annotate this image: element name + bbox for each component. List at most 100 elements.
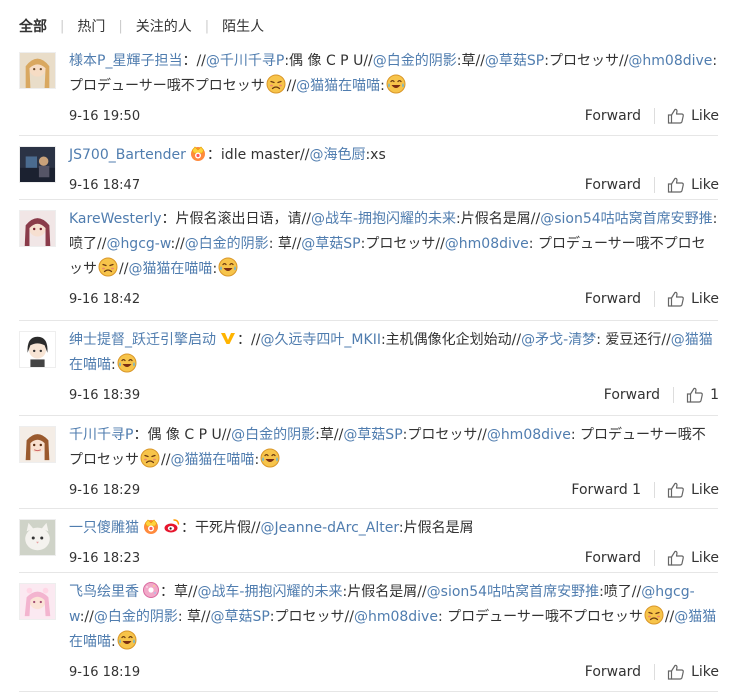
mention-link[interactable]: @hm08dive xyxy=(354,609,438,625)
verified-v-badge-icon xyxy=(221,333,235,344)
avatar[interactable] xyxy=(19,583,56,620)
avatar[interactable] xyxy=(19,331,56,368)
mention-link[interactable]: @猫猫在喵喵 xyxy=(170,452,254,468)
like-button[interactable]: Like xyxy=(667,290,719,308)
mention-link[interactable]: @hm08dive xyxy=(487,427,571,443)
like-button[interactable]: Like xyxy=(667,549,719,567)
comment-item: 一只傻雕猫 ：干死片假//@Jeanne-dArc_Alter:片假名是屑 9-16… xyxy=(19,509,719,573)
tab-2[interactable]: 关注的人 xyxy=(136,16,192,36)
vip-crown-badge-icon xyxy=(190,146,205,161)
mention-link[interactable]: @hgcg-w xyxy=(106,236,170,252)
tab-divider: | xyxy=(118,18,123,34)
forward-button[interactable]: Forward xyxy=(585,664,641,680)
forward-button[interactable]: Forward xyxy=(585,177,641,193)
forward-button[interactable]: Forward 1 xyxy=(571,482,641,498)
mention-link[interactable]: @战车-拥抱闪耀的未来 xyxy=(197,584,342,600)
comment-actions: Forward Like xyxy=(585,107,719,125)
mention-link[interactable]: @草菇SP xyxy=(343,427,402,443)
like-button[interactable]: Like xyxy=(667,107,719,125)
action-divider xyxy=(654,550,656,566)
comment-item: 千川千寻P：偶 像 C P U//@白金的阴影:草//@草菇SP:プロセッサ//… xyxy=(19,416,719,509)
comment-username-link[interactable]: 様本P_星輝子担当 xyxy=(69,53,182,69)
forward-button[interactable]: Forward xyxy=(585,550,641,566)
comment-body-text: ：干死片假//@Jeanne-dArc_Alter:片假名是屑 xyxy=(181,520,474,536)
avatar[interactable] xyxy=(19,52,56,89)
forward-button[interactable]: Forward xyxy=(604,387,660,403)
comment-meta-row: 9-16 18:39 Forward 1 xyxy=(69,384,719,406)
thumbs-up-icon xyxy=(667,291,684,307)
comment-username-link[interactable]: JS700_Bartender xyxy=(69,147,186,163)
mention-link[interactable]: @矛戈-清梦 xyxy=(521,332,596,348)
comment-timestamp: 9-16 18:29 xyxy=(69,482,141,498)
comment-timestamp: 9-16 18:39 xyxy=(69,387,141,403)
like-label: Like xyxy=(691,108,719,124)
mention-link[interactable]: @白金的阴影 xyxy=(231,427,315,443)
user-avatar-image xyxy=(20,584,55,619)
thumbs-up-icon xyxy=(667,550,684,566)
mention-link[interactable]: @草菇SP xyxy=(485,53,544,69)
mention-link[interactable]: @Jeanne-dArc_Alter xyxy=(260,520,398,536)
comment-text: JS700_Bartender ：idle master//@海色厨:xs xyxy=(69,143,719,168)
comment-actions: Forward Like xyxy=(585,549,719,567)
action-divider xyxy=(654,664,656,680)
comment-body-text: ：偶 像 C P U//@白金的阴影:草//@草菇SP:プロセッサ//@hm08… xyxy=(69,427,706,468)
comment-text: 绅士提督_跃迁引擎启动 ：//@久远寺四叶_MKII:主机偶像化企划始动//@矛戈… xyxy=(69,328,719,378)
avatar[interactable] xyxy=(19,146,56,183)
avatar[interactable] xyxy=(19,519,56,556)
avatar[interactable] xyxy=(19,210,56,247)
comment-actions: Forward 1 Like xyxy=(571,481,719,499)
thumbs-up-icon xyxy=(686,387,703,403)
laugh-cry-emoji-icon xyxy=(218,257,238,277)
mention-link[interactable]: @猫猫在喵喵 xyxy=(128,261,212,277)
like-label: Like xyxy=(691,482,719,498)
comment-text: 千川千寻P：偶 像 C P U//@白金的阴影:草//@草菇SP:プロセッサ//… xyxy=(69,423,719,473)
comment-text: 様本P_星輝子担当：//@千川千寻P:偶 像 C P U//@白金的阴影:草//… xyxy=(69,49,719,99)
laugh-cry-emoji-icon xyxy=(117,353,137,373)
mention-link[interactable]: @sion54咕咕窝首席安野推 xyxy=(427,584,599,600)
forward-button[interactable]: Forward xyxy=(585,108,641,124)
comment-item: JS700_Bartender ：idle master//@海色厨:xs 9-16… xyxy=(19,136,719,200)
comment-item: 様本P_星輝子担当：//@千川千寻P:偶 像 C P U//@白金的阴影:草//… xyxy=(19,41,719,136)
like-button[interactable]: Like xyxy=(667,176,719,194)
like-label: Like xyxy=(691,550,719,566)
avatar[interactable] xyxy=(19,426,56,463)
mention-link[interactable]: @sion54咕咕窝首席安野推 xyxy=(540,211,712,227)
like-label: 1 xyxy=(710,387,719,403)
thumbs-up-icon xyxy=(667,177,684,193)
action-divider xyxy=(654,291,656,307)
mention-link[interactable]: @白金的阴影 xyxy=(185,236,269,252)
comment-username-link[interactable]: 绅士提督_跃迁引擎启动 xyxy=(69,332,216,348)
comment-username-link[interactable]: 一只傻雕猫 xyxy=(69,520,139,536)
mention-link[interactable]: @草菇SP xyxy=(210,609,269,625)
mention-link[interactable]: @hm08dive xyxy=(628,53,712,69)
mention-link[interactable]: @千川千寻P xyxy=(206,53,284,69)
comment-meta-row: 9-16 18:42 Forward Like xyxy=(69,288,719,310)
mention-link[interactable]: @hm08dive xyxy=(445,236,529,252)
like-button[interactable]: 1 xyxy=(686,386,719,404)
mention-link[interactable]: @猫猫在喵喵 xyxy=(296,78,380,94)
thumbs-up-icon xyxy=(667,482,684,498)
tab-divider: | xyxy=(204,18,210,34)
mention-link[interactable]: @战车-拥抱闪耀的未来 xyxy=(311,211,456,227)
tab-1[interactable]: 热门 xyxy=(77,16,105,36)
like-button[interactable]: Like xyxy=(667,663,719,681)
tab-3[interactable]: 陌生人 xyxy=(222,16,264,36)
comment-item: 飞鸟绘里香 ：草//@战车-拥抱闪耀的未来:片假名是屑//@sion54咕咕窝首席… xyxy=(19,573,719,692)
comment-timestamp: 9-16 19:50 xyxy=(69,108,141,124)
forward-button[interactable]: Forward xyxy=(585,291,641,307)
tab-0[interactable]: 全部 xyxy=(19,16,47,36)
comment-username-link[interactable]: KareWesterly xyxy=(69,211,162,227)
comment-text: 一只傻雕猫 ：干死片假//@Jeanne-dArc_Alter:片假名是屑 xyxy=(69,516,719,541)
comment-username-link[interactable]: 飞鸟绘里香 xyxy=(69,584,139,600)
mention-link[interactable]: @白金的阴影 xyxy=(94,609,178,625)
user-avatar-image xyxy=(20,427,55,462)
mention-link[interactable]: @草菇SP xyxy=(301,236,360,252)
comment-username-link[interactable]: 千川千寻P xyxy=(69,427,133,443)
sad-face-emoji-icon xyxy=(266,74,286,94)
mention-link[interactable]: @久远寺四叶_MKII xyxy=(260,332,381,348)
mention-link[interactable]: @白金的阴影 xyxy=(373,53,457,69)
mention-link[interactable]: @海色厨 xyxy=(309,147,365,163)
comment-list: 様本P_星輝子担当：//@千川千寻P:偶 像 C P U//@白金的阴影:草//… xyxy=(0,41,736,692)
like-button[interactable]: Like xyxy=(667,481,719,499)
thumbs-up-icon xyxy=(667,664,684,680)
